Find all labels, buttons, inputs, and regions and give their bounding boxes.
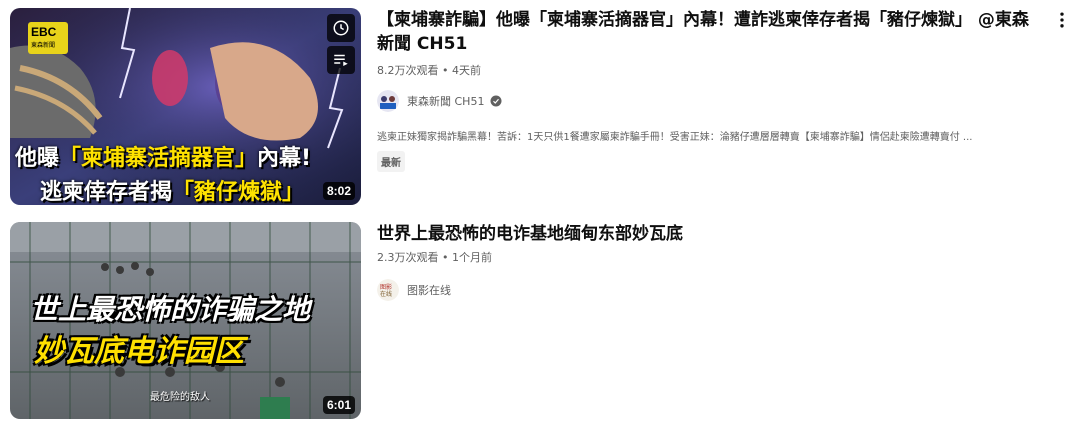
- more-actions-button[interactable]: [1052, 10, 1072, 30]
- video-stats: 2.3万次观看 • 1个月前: [377, 251, 492, 264]
- video-description: 逃柬正妹獨家揭詐騙黑幕！苦訴：1天只供1餐遭家屬柬詐騙手冊！受害正妹：淪豬仔遭層…: [377, 132, 973, 143]
- svg-text:图影: 图影: [380, 283, 392, 291]
- video-result-2[interactable]: 世上最恐怖的诈骗之地 妙瓦底电诈园区 最危险的敌人 6:01 世界上最恐怖的电诈…: [0, 212, 1080, 424]
- channel-avatar[interactable]: [377, 90, 399, 112]
- channel-info[interactable]: 图影 在线 图影在线: [377, 279, 451, 301]
- video-stats: 8.2万次观看 • 4天前: [377, 64, 481, 77]
- clock-icon: [333, 20, 349, 36]
- video-title[interactable]: 【柬埔寨詐騙】他曝「柬埔寨活摘器官」內幕！遭詐逃柬倖存者揭「豬仔煉獄」 @東森新…: [377, 8, 1037, 56]
- verified-check-icon: [490, 95, 502, 107]
- channel-name[interactable]: 東森新聞 CH51: [407, 93, 484, 109]
- video-result-1[interactable]: EBC 東森新聞 他曝「柬埔寨活摘器官」內幕! 逃柬倖存者揭「豬仔煉獄」 8:0…: [0, 0, 1080, 212]
- thumbnail-text-line-2: 妙瓦底电诈园区: [34, 334, 244, 369]
- video-thumbnail[interactable]: 世上最恐怖的诈骗之地 妙瓦底电诈园区 最危险的敌人 6:01: [10, 222, 361, 419]
- svg-text:在线: 在线: [380, 290, 392, 298]
- queue-icon: [334, 54, 348, 66]
- channel-name[interactable]: 图影在线: [407, 282, 451, 298]
- watch-later-button[interactable]: [327, 14, 355, 42]
- new-badge: 最新: [377, 151, 405, 172]
- channel-avatar[interactable]: 图影 在线: [377, 279, 399, 301]
- more-vertical-icon: [1060, 12, 1064, 28]
- thumbnail-caption: 最危险的敌人: [150, 392, 210, 403]
- thumbnail-text-line-2: 逃柬倖存者揭「豬仔煉獄」: [40, 180, 305, 205]
- channel-logo: EBC 東森新聞: [28, 22, 68, 54]
- add-to-queue-button[interactable]: [327, 46, 355, 74]
- channel-info[interactable]: 東森新聞 CH51: [377, 90, 502, 112]
- video-title[interactable]: 世界上最恐怖的电诈基地缅甸东部妙瓦底: [377, 222, 1037, 246]
- thumbnail-text-line-1: 他曝「柬埔寨活摘器官」內幕!: [15, 146, 312, 171]
- duration-badge: 8:02: [322, 182, 355, 200]
- video-thumbnail[interactable]: EBC 東森新聞 他曝「柬埔寨活摘器官」內幕! 逃柬倖存者揭「豬仔煉獄」 8:0…: [10, 8, 361, 205]
- duration-badge: 6:01: [322, 396, 355, 414]
- thumbnail-text-line-1: 世上最恐怖的诈骗之地: [30, 293, 311, 326]
